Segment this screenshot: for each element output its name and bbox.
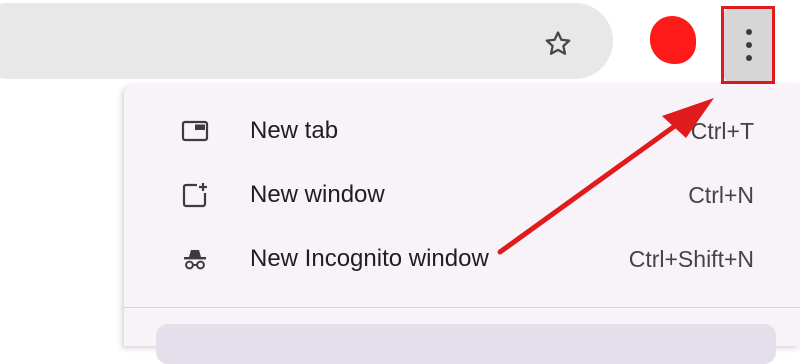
new-window-icon: [180, 180, 210, 210]
new-tab-icon: [180, 116, 210, 146]
menu-item-new-window[interactable]: New window Ctrl+N: [124, 164, 800, 226]
menu-item-new-incognito-window[interactable]: New Incognito window Ctrl+Shift+N: [124, 228, 800, 290]
incognito-icon: [180, 244, 210, 274]
menu-item-label: New window: [250, 181, 385, 208]
menu-divider: [124, 307, 800, 308]
menu-item-label: New tab: [250, 117, 339, 144]
menu-item-shortcut: Ctrl+Shift+N: [628, 245, 754, 272]
star-outline-icon: [545, 31, 571, 55]
browser-menu: New tab Ctrl+T New window Ctrl+N New Inc…: [124, 84, 800, 364]
menu-item-partial[interactable]: [156, 324, 776, 364]
bookmark-star-button[interactable]: [538, 24, 578, 64]
address-bar[interactable]: [0, 3, 613, 79]
profile-avatar[interactable]: [650, 16, 696, 64]
browser-menu-button[interactable]: [724, 8, 774, 82]
menu-item-new-tab[interactable]: New tab Ctrl+T: [124, 100, 800, 162]
menu-item-shortcut: Ctrl+T: [690, 117, 754, 144]
three-dots-vertical-icon: [746, 29, 752, 35]
browser-toolbar: [0, 0, 800, 84]
menu-item-shortcut: Ctrl+N: [688, 181, 754, 208]
menu-item-label: New Incognito window: [250, 245, 489, 272]
